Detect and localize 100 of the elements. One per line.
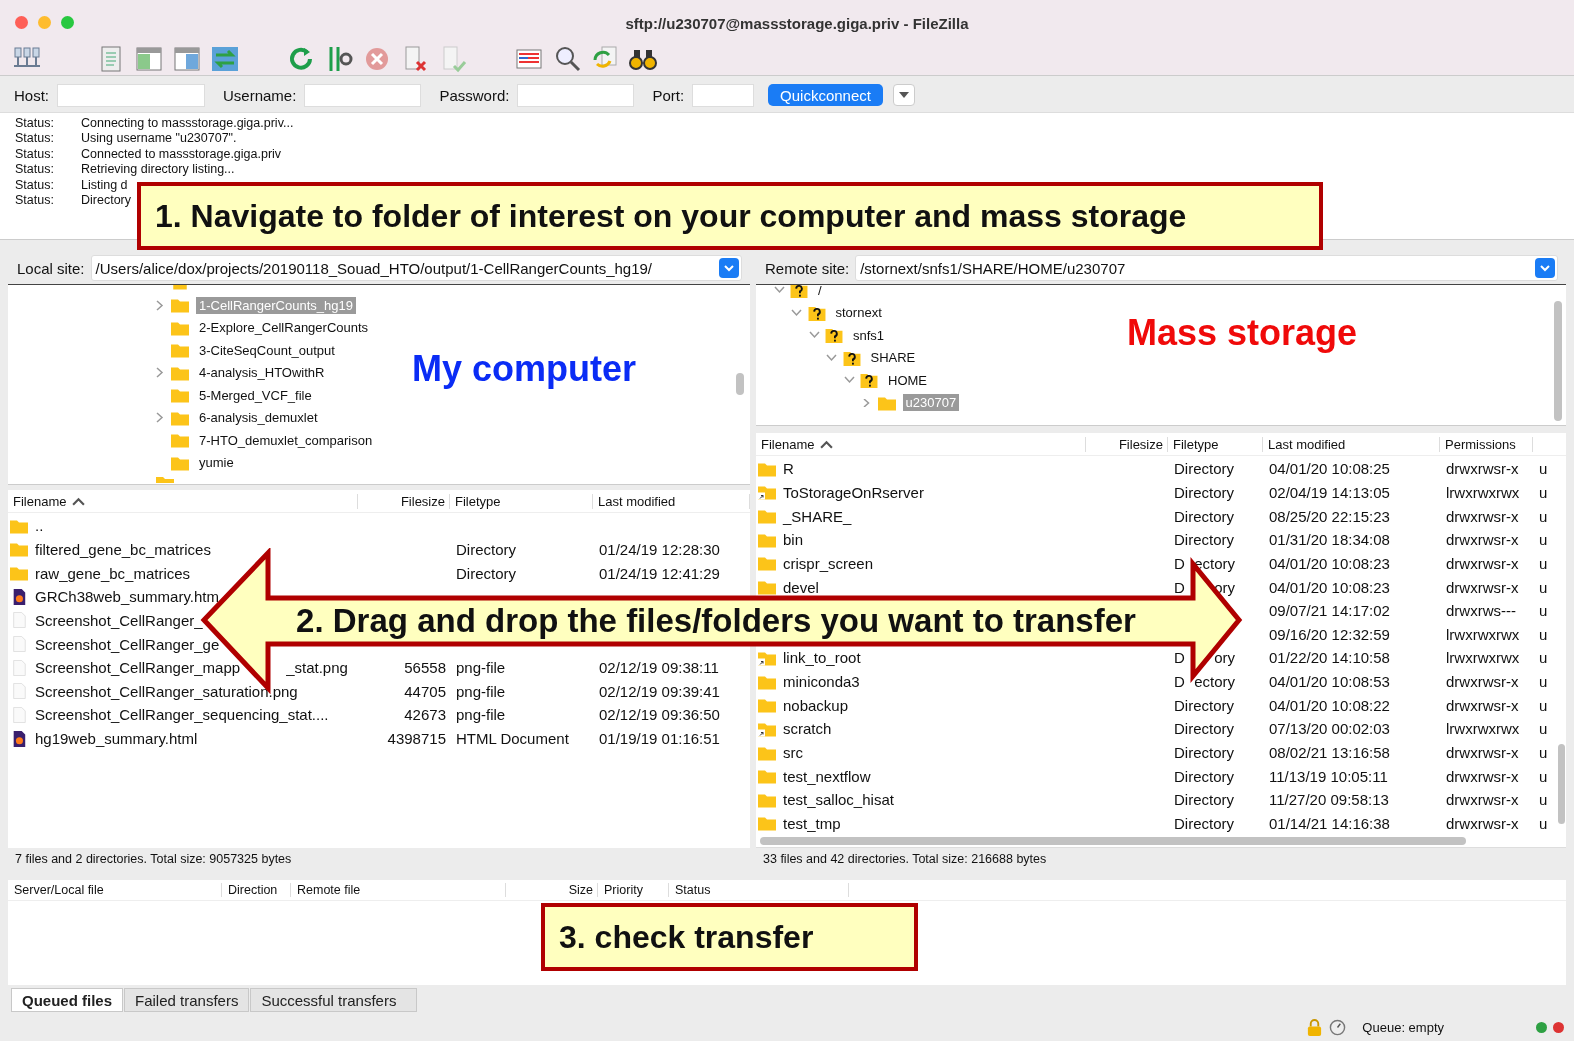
column-header[interactable]: Size xyxy=(506,883,598,897)
file-type: D xyxy=(1174,578,1185,596)
expand-chevron-icon[interactable] xyxy=(156,299,164,311)
local-path-field[interactable]: /Users/alice/dox/projects/20190118_Souad_HTO/output/1-CellRangerCounts_hg19/ xyxy=(90,255,742,281)
queue-tab[interactable]: Successful transfers xyxy=(250,988,418,1012)
expand-chevron-icon[interactable] xyxy=(156,367,164,379)
file-name[interactable]: scratch xyxy=(783,720,832,738)
permissions-text: lrwxrwxrwx xyxy=(1446,625,1520,643)
file-name[interactable]: GRCh38web_summary.htm xyxy=(35,588,219,606)
username-field[interactable] xyxy=(304,83,422,107)
collapse-chevron-icon[interactable] xyxy=(791,308,802,317)
password-field[interactable] xyxy=(517,83,635,107)
scrollbar-thumb[interactable] xyxy=(1554,301,1562,421)
file-name[interactable]: src xyxy=(783,744,803,761)
close-window-button[interactable] xyxy=(15,16,28,29)
tree-item[interactable]: 2-Explore_CellRangerCounts xyxy=(196,319,372,337)
remote-path-field[interactable]: /stornext/snfs1/SHARE/HOME/u230707 xyxy=(855,255,1558,281)
lock-icon xyxy=(1306,1018,1324,1036)
tree-item[interactable]: 5-Merged_VCF_file xyxy=(196,386,315,404)
port-field[interactable] xyxy=(692,83,755,107)
file-name[interactable]: nobackup xyxy=(783,696,849,714)
owner-text: u xyxy=(1539,507,1548,525)
tree-item[interactable]: HOME xyxy=(885,371,930,389)
owner-text: u xyxy=(1539,673,1548,691)
file-type: D xyxy=(1174,673,1185,691)
log-label: Status: xyxy=(15,146,55,163)
collapse-chevron-icon[interactable] xyxy=(808,331,820,340)
column-header[interactable]: Permissions xyxy=(1440,436,1533,452)
tree-item[interactable]: yumie xyxy=(196,454,237,472)
column-header[interactable]: Last modified xyxy=(1263,436,1440,452)
folder-icon xyxy=(758,815,776,832)
collapse-chevron-icon[interactable] xyxy=(773,286,785,295)
file-name[interactable]: test_salloc_hisat xyxy=(783,791,894,809)
file-name[interactable]: ToStorageOnRserver xyxy=(783,483,924,501)
file-name[interactable]: R xyxy=(783,460,794,478)
file-name[interactable]: Screenshot_CellRanger_saturation.png xyxy=(35,682,298,700)
modified-date: 04/01/20 10:08:23 xyxy=(1269,578,1390,596)
tree-item[interactable]: 4-analysis_HTOwithR xyxy=(196,364,328,382)
file-name[interactable]: link_to_root xyxy=(783,649,861,667)
column-header[interactable]: Filesize xyxy=(1086,436,1168,452)
username-label: Username: xyxy=(223,86,297,104)
file-name[interactable]: filtered_gene_bc_matrices xyxy=(35,540,211,558)
file-name[interactable]: _stat.png xyxy=(286,659,348,677)
permissions-text: drwxrwsr-x xyxy=(1446,767,1519,785)
file-name[interactable]: .. xyxy=(35,517,44,535)
minimize-window-button[interactable] xyxy=(38,16,51,29)
queue-tab[interactable]: Failed transfers xyxy=(124,988,250,1012)
collapse-chevron-icon[interactable] xyxy=(826,353,837,362)
expand-chevron-icon[interactable] xyxy=(156,412,164,424)
file-size: 44705 xyxy=(404,682,446,700)
file-name[interactable]: hg19web_summary.html xyxy=(35,730,198,748)
scrollbar-thumb[interactable] xyxy=(1558,744,1565,824)
file-name[interactable]: _SHARE_ xyxy=(783,507,852,525)
file-name[interactable]: bin xyxy=(783,531,804,549)
folder-icon xyxy=(758,768,776,785)
file-name[interactable]: devel xyxy=(783,578,819,596)
column-header[interactable]: Remote file xyxy=(291,883,506,897)
history-dropdown-button[interactable] xyxy=(893,84,915,106)
tree-item[interactable]: 3-CiteSeqCount_output xyxy=(196,341,338,359)
column-header[interactable]: Filetype xyxy=(1168,436,1263,452)
file-name[interactable]: test_nextflow xyxy=(783,767,871,785)
expand-chevron-icon[interactable] xyxy=(861,398,872,407)
file-name[interactable]: Screenshot_CellRanger_ge xyxy=(35,635,220,653)
file-name[interactable]: raw_gene_bc_matrices xyxy=(35,564,191,582)
file-name[interactable]: crispr_screen xyxy=(783,554,874,572)
file-name[interactable]: Screenshot_CellRanger_ xyxy=(35,611,203,629)
owner-text: u xyxy=(1539,767,1548,785)
tree-item[interactable]: / xyxy=(815,285,825,299)
scrollbar-thumb[interactable] xyxy=(736,373,744,395)
column-header[interactable]: Direction xyxy=(222,883,291,897)
tree-item[interactable]: SHARE xyxy=(867,349,919,367)
file-name[interactable]: test_tmp xyxy=(783,814,841,832)
tree-item[interactable]: 6-analysis_demuxlet xyxy=(196,409,321,427)
tree-item[interactable]: stornext xyxy=(832,304,885,322)
file-type: png-file xyxy=(456,659,506,677)
tree-item[interactable]: 7-HTO_demuxlet_comparison xyxy=(196,431,376,449)
column-header[interactable]: Filetype xyxy=(450,493,593,509)
column-header[interactable]: Server/Local file xyxy=(8,883,222,897)
unknown-folder-icon xyxy=(860,372,878,389)
quickconnect-button[interactable]: Quickconnect xyxy=(768,84,883,106)
file-name[interactable]: Screenshot_CellRanger_sequencing_stat.... xyxy=(35,706,329,724)
queue-tab[interactable]: Queued files xyxy=(11,988,124,1012)
file-type: D xyxy=(1174,649,1185,667)
file-type: Directory xyxy=(456,564,516,582)
zoom-window-button[interactable] xyxy=(61,16,74,29)
column-header[interactable]: Priority xyxy=(598,883,669,897)
column-header[interactable]: Filename xyxy=(756,436,1086,452)
host-field[interactable] xyxy=(57,83,205,107)
column-header[interactable]: Status xyxy=(669,883,849,897)
file-name[interactable]: miniconda3 xyxy=(783,673,860,691)
file-type: HTML Document xyxy=(456,730,569,748)
scrollbar-thumb[interactable] xyxy=(760,837,1466,846)
tree-item[interactable]: snfs1 xyxy=(850,326,888,344)
column-header[interactable]: Last modified xyxy=(593,493,750,509)
column-header[interactable]: Filesize xyxy=(358,493,450,509)
collapse-chevron-icon[interactable] xyxy=(843,376,855,385)
file-name[interactable]: Screenshot_CellRanger_mapp xyxy=(35,659,241,677)
owner-text: u xyxy=(1539,696,1548,714)
log-message: Using username "u230707". xyxy=(81,131,237,147)
column-header[interactable]: Filename xyxy=(8,493,358,509)
